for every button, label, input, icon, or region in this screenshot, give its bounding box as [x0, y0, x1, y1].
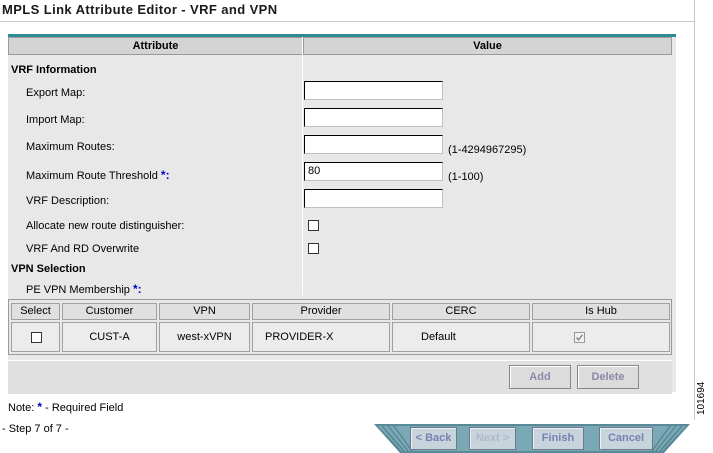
table-header-provider: Provider: [252, 303, 390, 320]
vrf-rd-overwrite-checkbox[interactable]: [308, 243, 319, 254]
maximum-routes-input[interactable]: [304, 135, 443, 154]
import-map-input[interactable]: [304, 108, 443, 127]
note-prefix: Note:: [8, 402, 35, 414]
table-action-bar: Add Delete: [8, 360, 672, 394]
delete-button[interactable]: Delete: [577, 365, 639, 389]
is-hub-checkbox: [574, 332, 585, 343]
step-indicator: - Step 7 of 7 -: [2, 423, 69, 435]
required-marker: *:: [133, 282, 142, 296]
vrf-description-input[interactable]: [304, 189, 443, 208]
page-title: MPLS Link Attribute Editor - VRF and VPN: [2, 2, 278, 17]
figure-id: 101694: [696, 381, 707, 415]
table-header-customer: Customer: [62, 303, 157, 320]
next-button[interactable]: Next >: [469, 427, 516, 450]
table-cell-customer: CUST-A: [62, 322, 157, 352]
export-map-input[interactable]: [304, 81, 443, 100]
wizard-button-bar: < Back Next > Finish Cancel: [374, 422, 690, 453]
maximum-routes-hint: (1-4294967295): [448, 144, 527, 156]
table-header-cerc: CERC: [392, 303, 530, 320]
section-vrf-information: VRF Information: [11, 64, 97, 76]
table-cell-is-hub: [532, 322, 670, 352]
vrf-rd-overwrite-label: VRF And RD Overwrite: [26, 243, 140, 255]
export-map-label: Export Map:: [26, 87, 86, 99]
pe-vpn-membership-label: PE VPN Membership *:: [26, 282, 142, 296]
table-cell-cerc: Default: [392, 322, 530, 352]
allocate-rd-checkbox[interactable]: [308, 220, 319, 231]
table-cell-provider: PROVIDER-X: [252, 322, 390, 352]
vrf-description-label: VRF Description:: [26, 195, 110, 207]
back-button[interactable]: < Back: [410, 427, 457, 450]
maximum-route-threshold-hint: (1-100): [448, 171, 484, 183]
note-suffix: - Required Field: [45, 402, 124, 414]
add-button[interactable]: Add: [509, 365, 571, 389]
table-header-vpn: VPN: [159, 303, 250, 320]
finish-button[interactable]: Finish: [532, 427, 584, 450]
allocate-rd-label: Allocate new route distinguisher:: [26, 220, 185, 232]
pe-vpn-membership-text: PE VPN Membership: [26, 284, 130, 296]
column-header-value: Value: [303, 37, 672, 55]
table-cell-vpn: west-xVPN: [159, 322, 250, 352]
maximum-route-threshold-label: Maximum Route Threshold *:: [26, 168, 170, 182]
section-vpn-selection: VPN Selection: [11, 263, 86, 275]
table-header-select: Select: [11, 303, 60, 320]
required-field-note: Note: * - Required Field: [8, 400, 123, 414]
required-marker: *:: [160, 168, 170, 182]
right-divider: [694, 0, 695, 420]
maximum-route-threshold-input[interactable]: 80: [304, 162, 443, 181]
maximum-route-threshold-text: Maximum Route Threshold: [26, 170, 158, 182]
maximum-routes-label: Maximum Routes:: [26, 141, 115, 153]
check-icon: [575, 334, 584, 341]
title-divider: [0, 21, 694, 22]
vpn-membership-table: Select Customer VPN Provider CERC Is Hub…: [8, 299, 672, 355]
table-row-select-cell: [11, 322, 60, 352]
import-map-label: Import Map:: [26, 114, 85, 126]
cancel-button[interactable]: Cancel: [599, 427, 653, 450]
column-header-attribute: Attribute: [8, 37, 303, 55]
attribute-panel: Attribute Value VRF Information Export M…: [8, 34, 676, 394]
required-marker: *: [37, 400, 43, 414]
column-divider: [302, 37, 303, 295]
row-select-checkbox[interactable]: [31, 332, 42, 343]
table-header-is-hub: Is Hub: [532, 303, 670, 320]
